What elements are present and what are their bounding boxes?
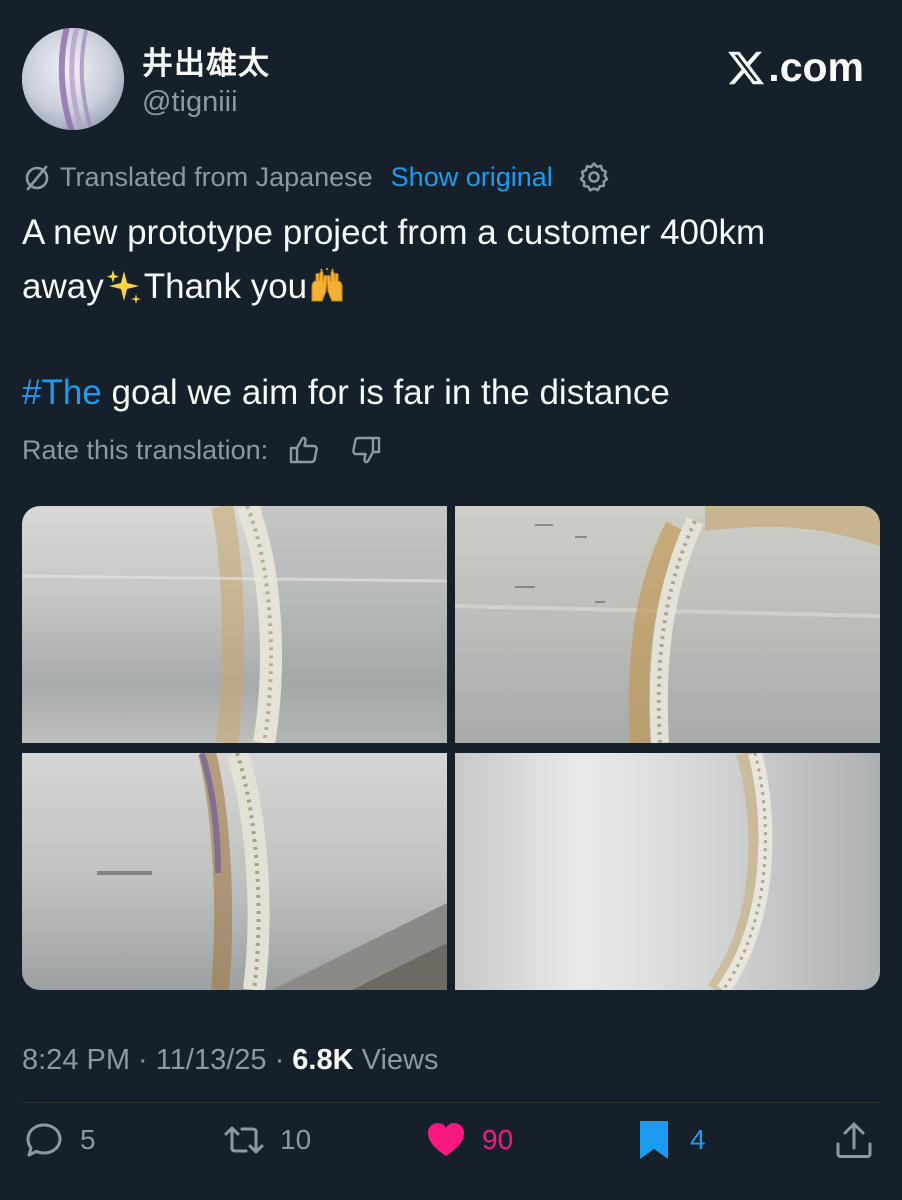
translation-bar: Translated from Japanese Show original bbox=[22, 160, 611, 194]
author-display-name[interactable]: 井出雄太 bbox=[142, 38, 270, 83]
sparkles-icon bbox=[106, 270, 141, 304]
tweet-line-2: away Thank you bbox=[22, 260, 892, 314]
meta-separator: · bbox=[130, 1044, 156, 1076]
weld-photo-3[interactable] bbox=[22, 753, 447, 990]
show-original-link[interactable]: Show original bbox=[391, 162, 553, 193]
weld-photo-3-image bbox=[22, 753, 447, 990]
tweet-line-3: #The goal we aim for is far in the dista… bbox=[22, 366, 892, 420]
bookmark-button[interactable]: 4 bbox=[632, 1118, 706, 1162]
reply-button[interactable]: 5 bbox=[22, 1118, 96, 1162]
tweet-meta: 8:24 PM · 11/13/25 · 6.8K Views bbox=[22, 1044, 438, 1077]
share-icon bbox=[836, 1122, 872, 1158]
gear-icon[interactable] bbox=[577, 160, 611, 194]
views-label: Views bbox=[353, 1044, 439, 1076]
tweet-line-2-start: away bbox=[22, 267, 104, 306]
media-grid bbox=[22, 506, 880, 990]
tweet-text: A new prototype project from a customer … bbox=[22, 206, 892, 420]
weld-photo-4-image bbox=[455, 753, 880, 990]
retweet-count: 10 bbox=[280, 1124, 312, 1155]
author-handle[interactable]: @tigniii bbox=[142, 86, 238, 119]
weld-photo-2-image bbox=[455, 506, 880, 743]
tweet-date[interactable]: 11/13/25 bbox=[156, 1044, 267, 1076]
raising-hands-icon bbox=[311, 268, 343, 302]
retweet-button[interactable]: 10 bbox=[222, 1118, 311, 1162]
translated-label: Translated from Japanese bbox=[60, 161, 373, 192]
views-count: 6.8K bbox=[292, 1044, 354, 1076]
bookmark-count: 4 bbox=[690, 1124, 706, 1155]
retweet-icon bbox=[224, 1126, 264, 1154]
tweet-time[interactable]: 8:24 PM bbox=[22, 1044, 130, 1076]
like-button[interactable]: 90 bbox=[424, 1118, 513, 1162]
reply-icon bbox=[26, 1123, 62, 1157]
bookmark-icon bbox=[640, 1121, 668, 1159]
rate-translation-label: Rate this translation: bbox=[22, 434, 269, 465]
x-logo-icon bbox=[728, 51, 765, 84]
meta-separator-2: · bbox=[266, 1044, 293, 1076]
reply-count: 5 bbox=[80, 1124, 96, 1155]
thumbs-up-icon[interactable] bbox=[286, 432, 322, 468]
x-com-text: .com bbox=[768, 44, 864, 90]
tweet-line-3-text: goal we aim for is far in the distance bbox=[101, 373, 670, 412]
x-com-watermark: .com bbox=[726, 44, 864, 91]
avatar[interactable] bbox=[22, 28, 124, 130]
like-count: 90 bbox=[482, 1124, 514, 1155]
rate-translation: Rate this translation: bbox=[22, 432, 384, 468]
weld-photo-1-image bbox=[22, 506, 447, 743]
weld-photo-1[interactable] bbox=[22, 506, 447, 743]
avatar-weld-image bbox=[22, 28, 124, 130]
thumbs-down-icon[interactable] bbox=[348, 432, 384, 468]
weld-photo-4[interactable] bbox=[455, 753, 880, 990]
heart-icon bbox=[428, 1123, 464, 1156]
tweet-line-1: A new prototype project from a customer … bbox=[22, 213, 766, 252]
tweet-line-2-thanks: Thank you bbox=[143, 267, 308, 306]
translate-slash-icon bbox=[25, 165, 49, 191]
weld-photo-2[interactable] bbox=[455, 506, 880, 743]
divider bbox=[22, 1102, 880, 1103]
share-button[interactable] bbox=[832, 1118, 876, 1162]
hashtag-link[interactable]: #The bbox=[22, 373, 102, 412]
